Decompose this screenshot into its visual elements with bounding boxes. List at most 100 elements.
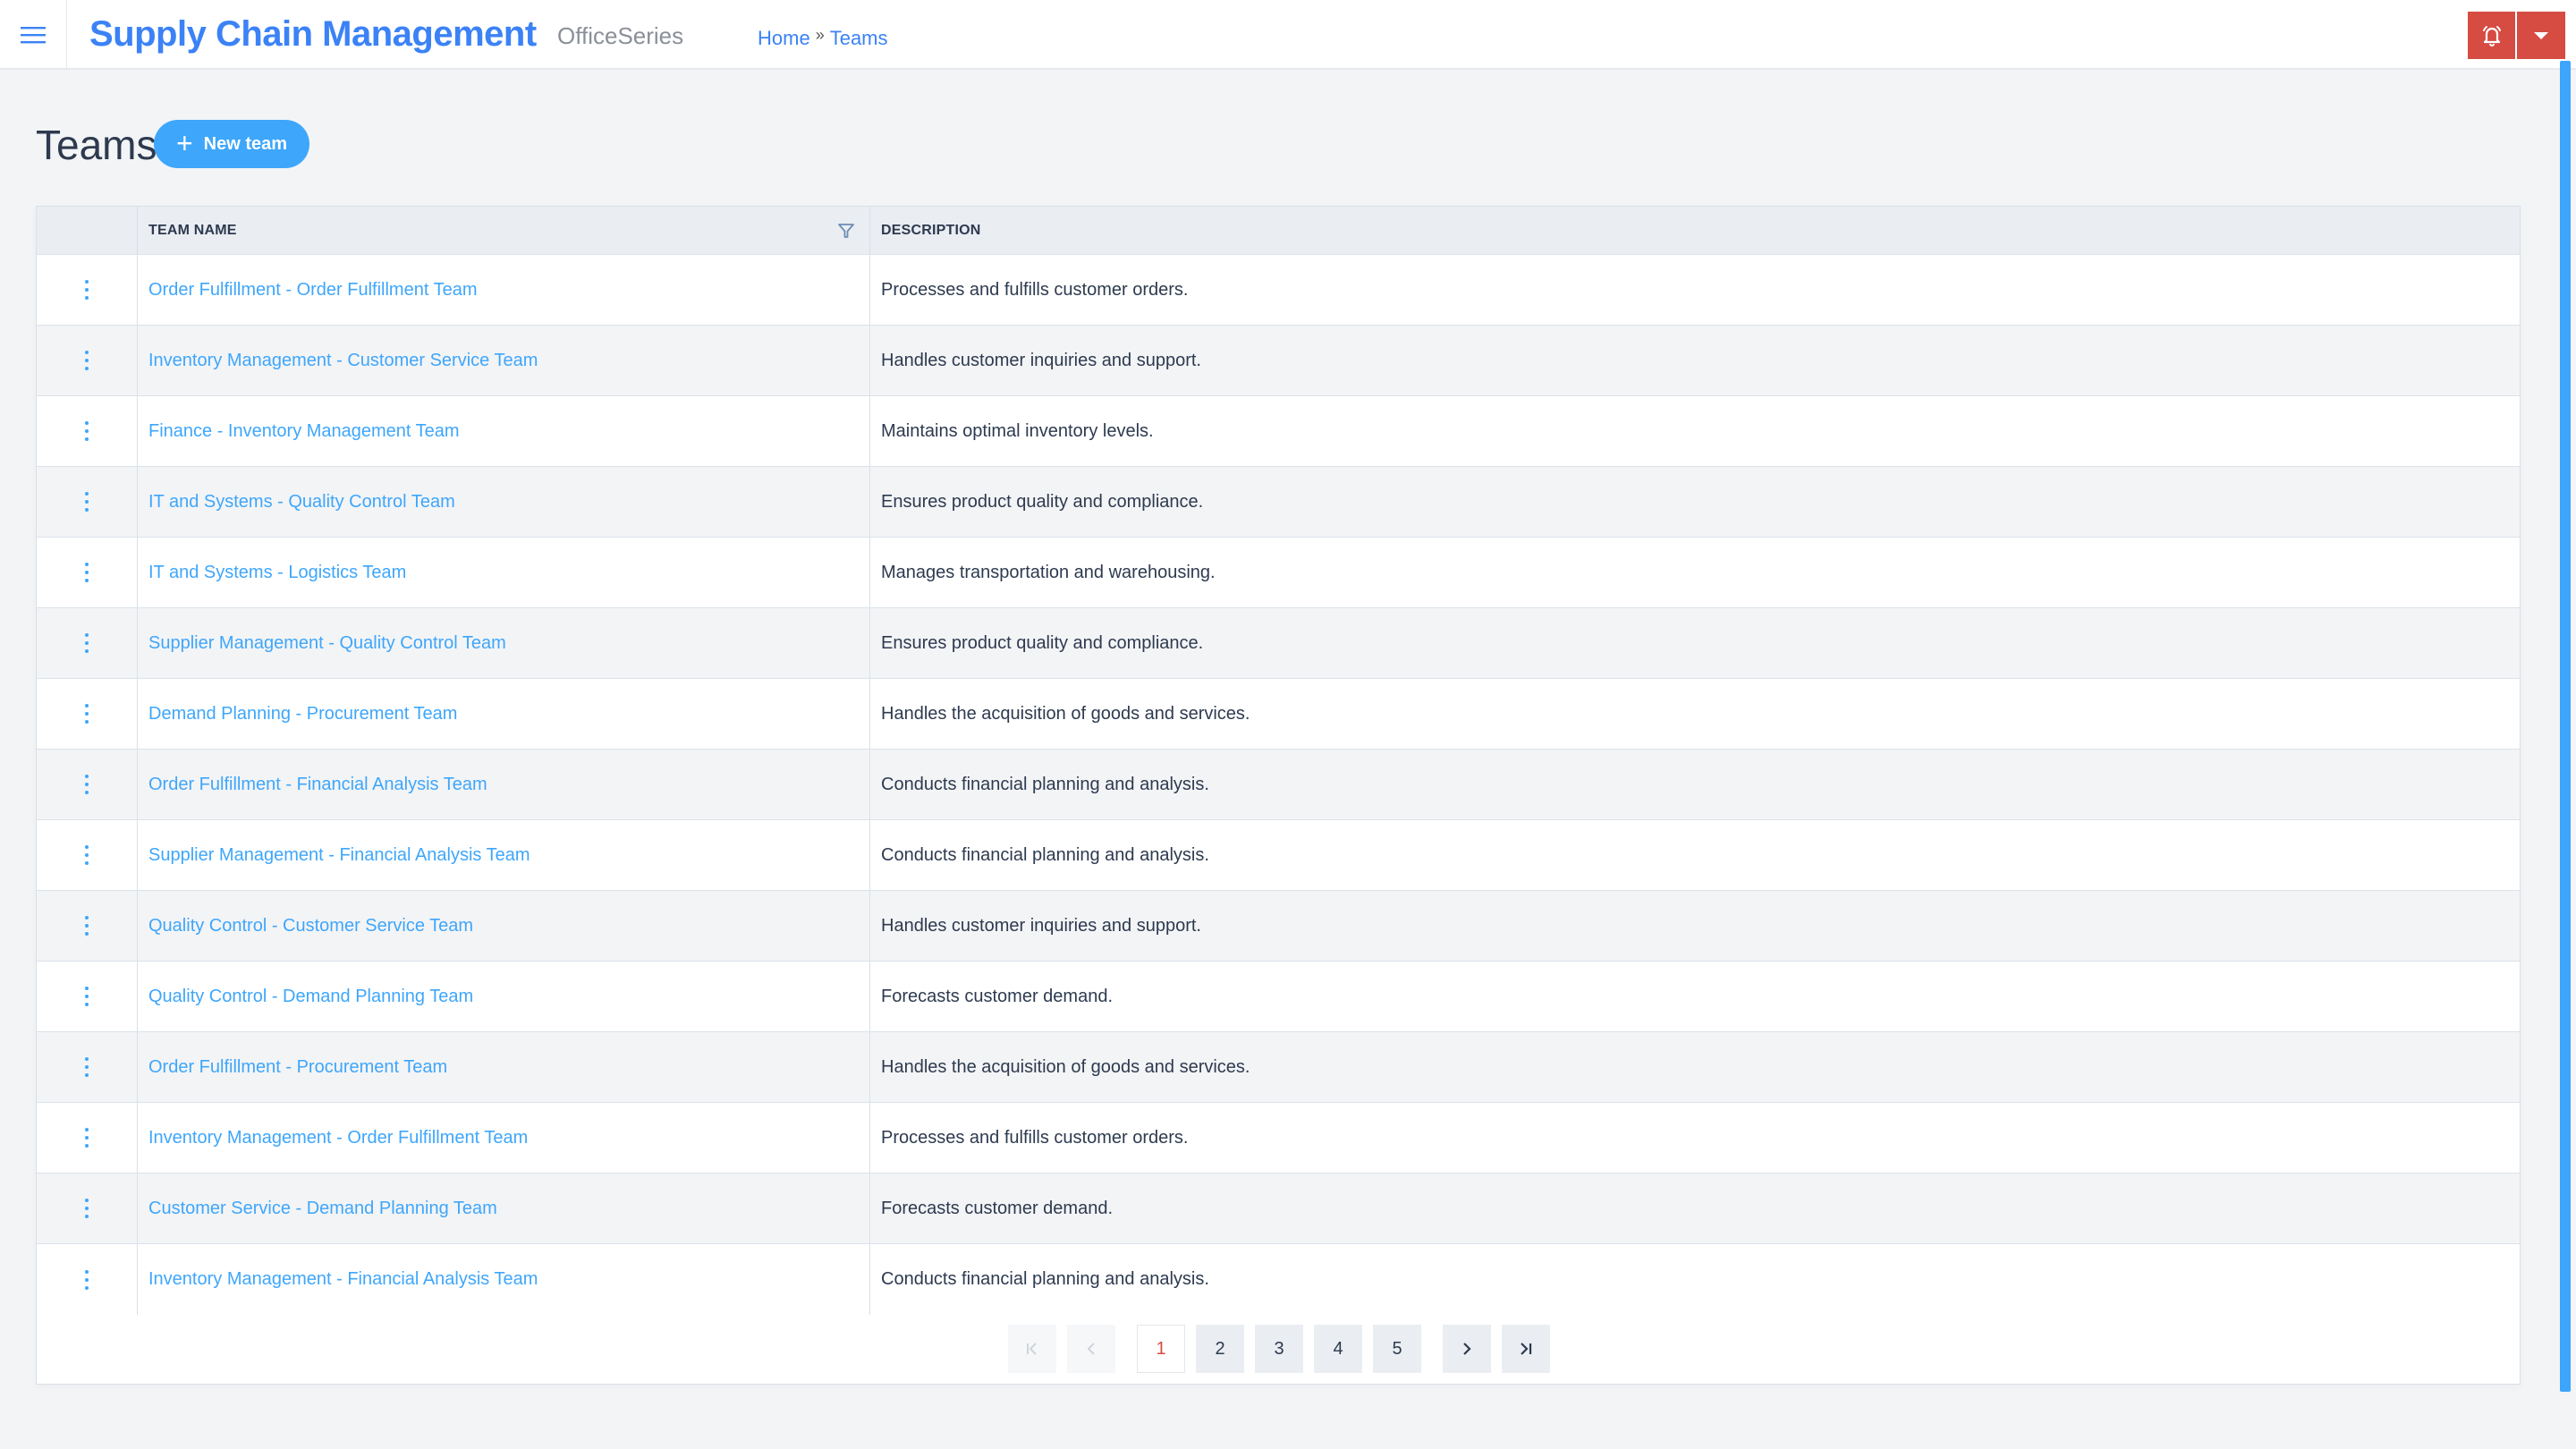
next-page-button[interactable]: [1443, 1325, 1491, 1373]
description-cell: Ensures product quality and compliance.: [881, 491, 1204, 512]
new-team-button[interactable]: + New team: [154, 120, 309, 168]
last-page-icon: [1521, 1343, 1532, 1355]
caret-down-icon: [2534, 31, 2548, 39]
more-vertical-icon[interactable]: [78, 1124, 96, 1151]
app-title[interactable]: Supply Chain Management: [89, 11, 537, 57]
more-vertical-icon[interactable]: [78, 700, 96, 727]
more-vertical-icon[interactable]: [78, 1195, 96, 1222]
pagination: 1 2 3 4 5: [1008, 1325, 1561, 1373]
more-vertical-icon[interactable]: [78, 1267, 96, 1293]
team-name-link[interactable]: IT and Systems - Quality Control Team: [148, 492, 455, 513]
page-button-1[interactable]: 1: [1137, 1325, 1185, 1373]
description-cell: Handles the acquisition of goods and ser…: [881, 703, 1250, 724]
team-name-link[interactable]: Order Fulfillment - Order Fulfillment Te…: [148, 280, 478, 301]
row-actions-cell: [37, 255, 138, 325]
column-header-team-name[interactable]: TEAM NAME: [138, 207, 870, 255]
table-row: Order Fulfillment - Procurement Team Hand…: [37, 1032, 2520, 1103]
table-row: Inventory Management - Customer Service …: [37, 326, 2520, 396]
more-vertical-icon[interactable]: [78, 347, 96, 374]
team-name-link[interactable]: Quality Control - Demand Planning Team: [148, 987, 473, 1007]
plus-icon: +: [175, 126, 193, 159]
team-name-link[interactable]: Inventory Management - Order Fulfillment…: [148, 1128, 528, 1148]
first-page-button[interactable]: [1008, 1325, 1056, 1373]
row-actions-cell: [37, 1174, 138, 1243]
last-page-button[interactable]: [1502, 1325, 1550, 1373]
more-vertical-icon[interactable]: [78, 559, 96, 586]
table-row: IT and Systems - Logistics Team Manages t…: [37, 538, 2520, 608]
page-button-5[interactable]: 5: [1373, 1325, 1421, 1373]
team-name-link[interactable]: Order Fulfillment - Procurement Team: [148, 1057, 447, 1078]
column-header-team-name-label: TEAM NAME: [148, 223, 237, 238]
app-subtitle: OfficeSeries: [557, 22, 684, 49]
table-row: Order Fulfillment - Financial Analysis T…: [37, 750, 2520, 820]
table-row: Supplier Management - Financial Analysis…: [37, 820, 2520, 891]
more-vertical-icon[interactable]: [78, 630, 96, 657]
table-row: Inventory Management - Financial Analysi…: [37, 1244, 2520, 1315]
table-row: Customer Service - Demand Planning Team F…: [37, 1174, 2520, 1244]
description-cell: Manages transportation and warehousing.: [881, 562, 1216, 582]
menu-toggle-button[interactable]: [0, 0, 67, 70]
row-actions-cell: [37, 608, 138, 678]
breadcrumb: Home » Teams: [758, 23, 888, 54]
table-row: Order Fulfillment - Order Fulfillment Te…: [37, 255, 2520, 326]
more-vertical-icon[interactable]: [78, 418, 96, 445]
description-cell: Conducts financial planning and analysis…: [881, 844, 1209, 865]
team-name-link[interactable]: Customer Service - Demand Planning Team: [148, 1199, 497, 1219]
row-actions-cell: [37, 962, 138, 1031]
more-vertical-icon[interactable]: [78, 771, 96, 798]
column-header-description[interactable]: DESCRIPTION: [870, 207, 981, 255]
top-bar: Supply Chain Management OfficeSeries Hom…: [0, 0, 2576, 70]
column-header-actions: [37, 207, 138, 255]
row-actions-cell: [37, 467, 138, 537]
team-name-link[interactable]: Supplier Management - Quality Control Te…: [148, 633, 506, 654]
team-name-link[interactable]: Demand Planning - Procurement Team: [148, 704, 457, 724]
more-vertical-icon[interactable]: [78, 912, 96, 939]
more-vertical-icon[interactable]: [78, 1054, 96, 1080]
row-actions-cell: [37, 1032, 138, 1102]
filter-icon[interactable]: [837, 222, 855, 240]
team-name-link[interactable]: Quality Control - Customer Service Team: [148, 916, 473, 936]
breadcrumb-home[interactable]: Home: [758, 23, 810, 54]
row-actions-cell: [37, 326, 138, 395]
description-cell: Conducts financial planning and analysis…: [881, 1269, 1209, 1289]
row-actions-cell: [37, 396, 138, 466]
previous-page-button[interactable]: [1067, 1325, 1115, 1373]
more-vertical-icon[interactable]: [78, 276, 96, 303]
row-actions-cell: [37, 1103, 138, 1173]
more-vertical-icon[interactable]: [78, 488, 96, 515]
row-actions-cell: [37, 679, 138, 749]
notifications-button[interactable]: [2468, 12, 2515, 59]
breadcrumb-separator: »: [815, 26, 825, 44]
more-vertical-icon[interactable]: [78, 842, 96, 869]
team-name-link[interactable]: Supplier Management - Financial Analysis…: [148, 845, 530, 866]
table-row: Supplier Management - Quality Control Te…: [37, 608, 2520, 679]
first-page-icon: [1027, 1343, 1037, 1355]
team-name-cell: IT and Systems - Quality Control Team: [138, 467, 870, 537]
team-name-cell: IT and Systems - Logistics Team: [138, 538, 870, 607]
table-row: Finance - Inventory Management Team Maint…: [37, 396, 2520, 467]
page-button-2[interactable]: 2: [1196, 1325, 1244, 1373]
team-name-cell: Supplier Management - Financial Analysis…: [138, 820, 870, 890]
description-cell: Maintains optimal inventory levels.: [881, 420, 1154, 441]
table-body: Order Fulfillment - Order Fulfillment Te…: [37, 255, 2520, 1315]
team-name-cell: Quality Control - Demand Planning Team: [138, 962, 870, 1031]
description-cell: Handles customer inquiries and support.: [881, 915, 1201, 936]
page-button-4[interactable]: 4: [1314, 1325, 1362, 1373]
chevron-left-icon: [1087, 1343, 1095, 1355]
team-name-cell: Customer Service - Demand Planning Team: [138, 1174, 870, 1243]
teams-table: TEAM NAME DESCRIPTION Order Fulfillment …: [36, 206, 2521, 1385]
table-row: Quality Control - Customer Service Team H…: [37, 891, 2520, 962]
more-vertical-icon[interactable]: [78, 983, 96, 1010]
team-name-cell: Supplier Management - Quality Control Te…: [138, 608, 870, 678]
notifications-dropdown-button[interactable]: [2517, 12, 2565, 59]
team-name-link[interactable]: IT and Systems - Logistics Team: [148, 563, 406, 583]
page-button-3[interactable]: 3: [1255, 1325, 1303, 1373]
team-name-link[interactable]: Order Fulfillment - Financial Analysis T…: [148, 775, 487, 795]
table-row: Inventory Management - Order Fulfillment…: [37, 1103, 2520, 1174]
team-name-link[interactable]: Inventory Management - Customer Service …: [148, 351, 538, 371]
team-name-link[interactable]: Inventory Management - Financial Analysi…: [148, 1269, 538, 1290]
breadcrumb-teams[interactable]: Teams: [830, 23, 888, 54]
team-name-link[interactable]: Finance - Inventory Management Team: [148, 421, 460, 442]
description-cell: Handles customer inquiries and support.: [881, 350, 1201, 370]
vertical-scrollbar[interactable]: [2560, 61, 2571, 1392]
